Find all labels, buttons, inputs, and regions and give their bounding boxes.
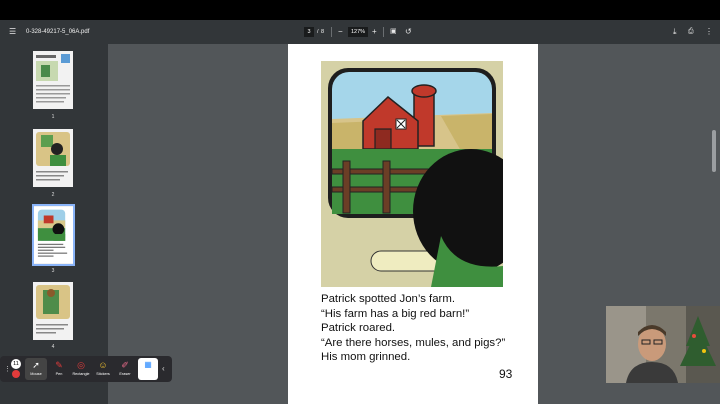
story-text: Patrick spotted Jon’s farm. “His farm ha… (321, 292, 505, 365)
tool-label: Rectangle (72, 372, 90, 376)
app-icon: ▦ (144, 360, 152, 369)
eraser-tool-button[interactable]: ✐ Eraser (114, 358, 136, 380)
thumbnail-number: 4 (51, 344, 55, 350)
pen-tool-button[interactable]: ✎ Pen (48, 358, 70, 380)
pdf-filename: 0-328-49217-5_06A.pdf (26, 29, 90, 35)
story-illustration (321, 61, 503, 287)
story-line: Patrick spotted Jon’s farm. (321, 293, 456, 305)
thumbnail-page-4[interactable] (33, 282, 73, 340)
zoom-level-input[interactable]: 127% (348, 27, 368, 37)
more-icon[interactable]: ⋮ (705, 20, 713, 44)
current-page-input[interactable]: 3 (304, 27, 314, 37)
pdf-page: Patrick spotted Jon’s farm. “His farm ha… (288, 44, 538, 404)
toolbar-divider (383, 27, 384, 37)
chevron-left-icon[interactable]: ‹ (162, 364, 165, 373)
pdf-toolbar: ☰ 0-328-49217-5_06A.pdf 3 / 8 − 127% + ▣… (0, 20, 720, 44)
story-line: His mom grinned. (321, 351, 411, 364)
thumbnail-number: 2 (51, 192, 55, 198)
download-icon[interactable]: ⤓ (673, 20, 677, 44)
tool-label: Stickers (96, 372, 110, 376)
menu-icon[interactable]: ☰ (9, 20, 16, 44)
rectangle-icon: ◎ (77, 360, 85, 370)
thumbnail-number: 1 (51, 114, 55, 120)
thumbnail-page-1[interactable] (33, 51, 73, 109)
app-tool-button[interactable]: ▦ (138, 358, 158, 380)
tool-label: Mouse (30, 372, 42, 376)
stickers-tool-button[interactable]: ☺ Stickers (92, 358, 114, 380)
thumbnail-page-3[interactable] (32, 204, 75, 266)
zoom-annotation-toolbar: ⋮ 11 ➚ Mouse ✎ Pen ◎ Rectangle ☺ Sticker… (0, 356, 172, 382)
participant-badge: 11 (11, 359, 21, 369)
drag-handle-icon[interactable]: ⋮ (4, 365, 11, 373)
page-number: 93 (499, 367, 513, 381)
print-icon[interactable]: ⎙ (688, 20, 694, 44)
rotate-icon[interactable]: ↺ (405, 20, 412, 44)
story-line: “His farm has a big red barn!” (321, 307, 470, 320)
record-icon[interactable] (12, 370, 20, 378)
zoom-out-icon[interactable]: − (338, 20, 343, 44)
thumbnail-sidebar: 1 2 3 4 (0, 44, 108, 404)
thumbnail-page-2[interactable] (33, 129, 73, 187)
total-pages: 8 (321, 29, 325, 35)
pen-icon: ✎ (55, 360, 63, 370)
tool-label: Eraser (119, 372, 131, 376)
fit-page-icon[interactable]: ▣ (390, 20, 397, 44)
zoom-in-icon[interactable]: + (372, 20, 377, 44)
toolbar-divider (331, 27, 332, 37)
page-separator: / (317, 29, 319, 35)
cursor-icon: ➚ (32, 360, 40, 370)
rectangle-tool-button[interactable]: ◎ Rectangle (70, 358, 92, 380)
thumbnail-number: 3 (51, 268, 55, 274)
story-line: Patrick roared. (321, 322, 396, 335)
sticker-icon: ☺ (98, 360, 108, 370)
screen-top-bar (0, 0, 720, 20)
mouse-tool-button[interactable]: ➚ Mouse (25, 358, 47, 380)
webcam-preview (606, 306, 720, 383)
story-line: “Are there horses, mules, and pigs?” (321, 336, 506, 349)
viewer-scrollbar[interactable] (712, 130, 716, 172)
tool-label: Pen (55, 372, 63, 376)
eraser-icon: ✐ (121, 360, 129, 370)
